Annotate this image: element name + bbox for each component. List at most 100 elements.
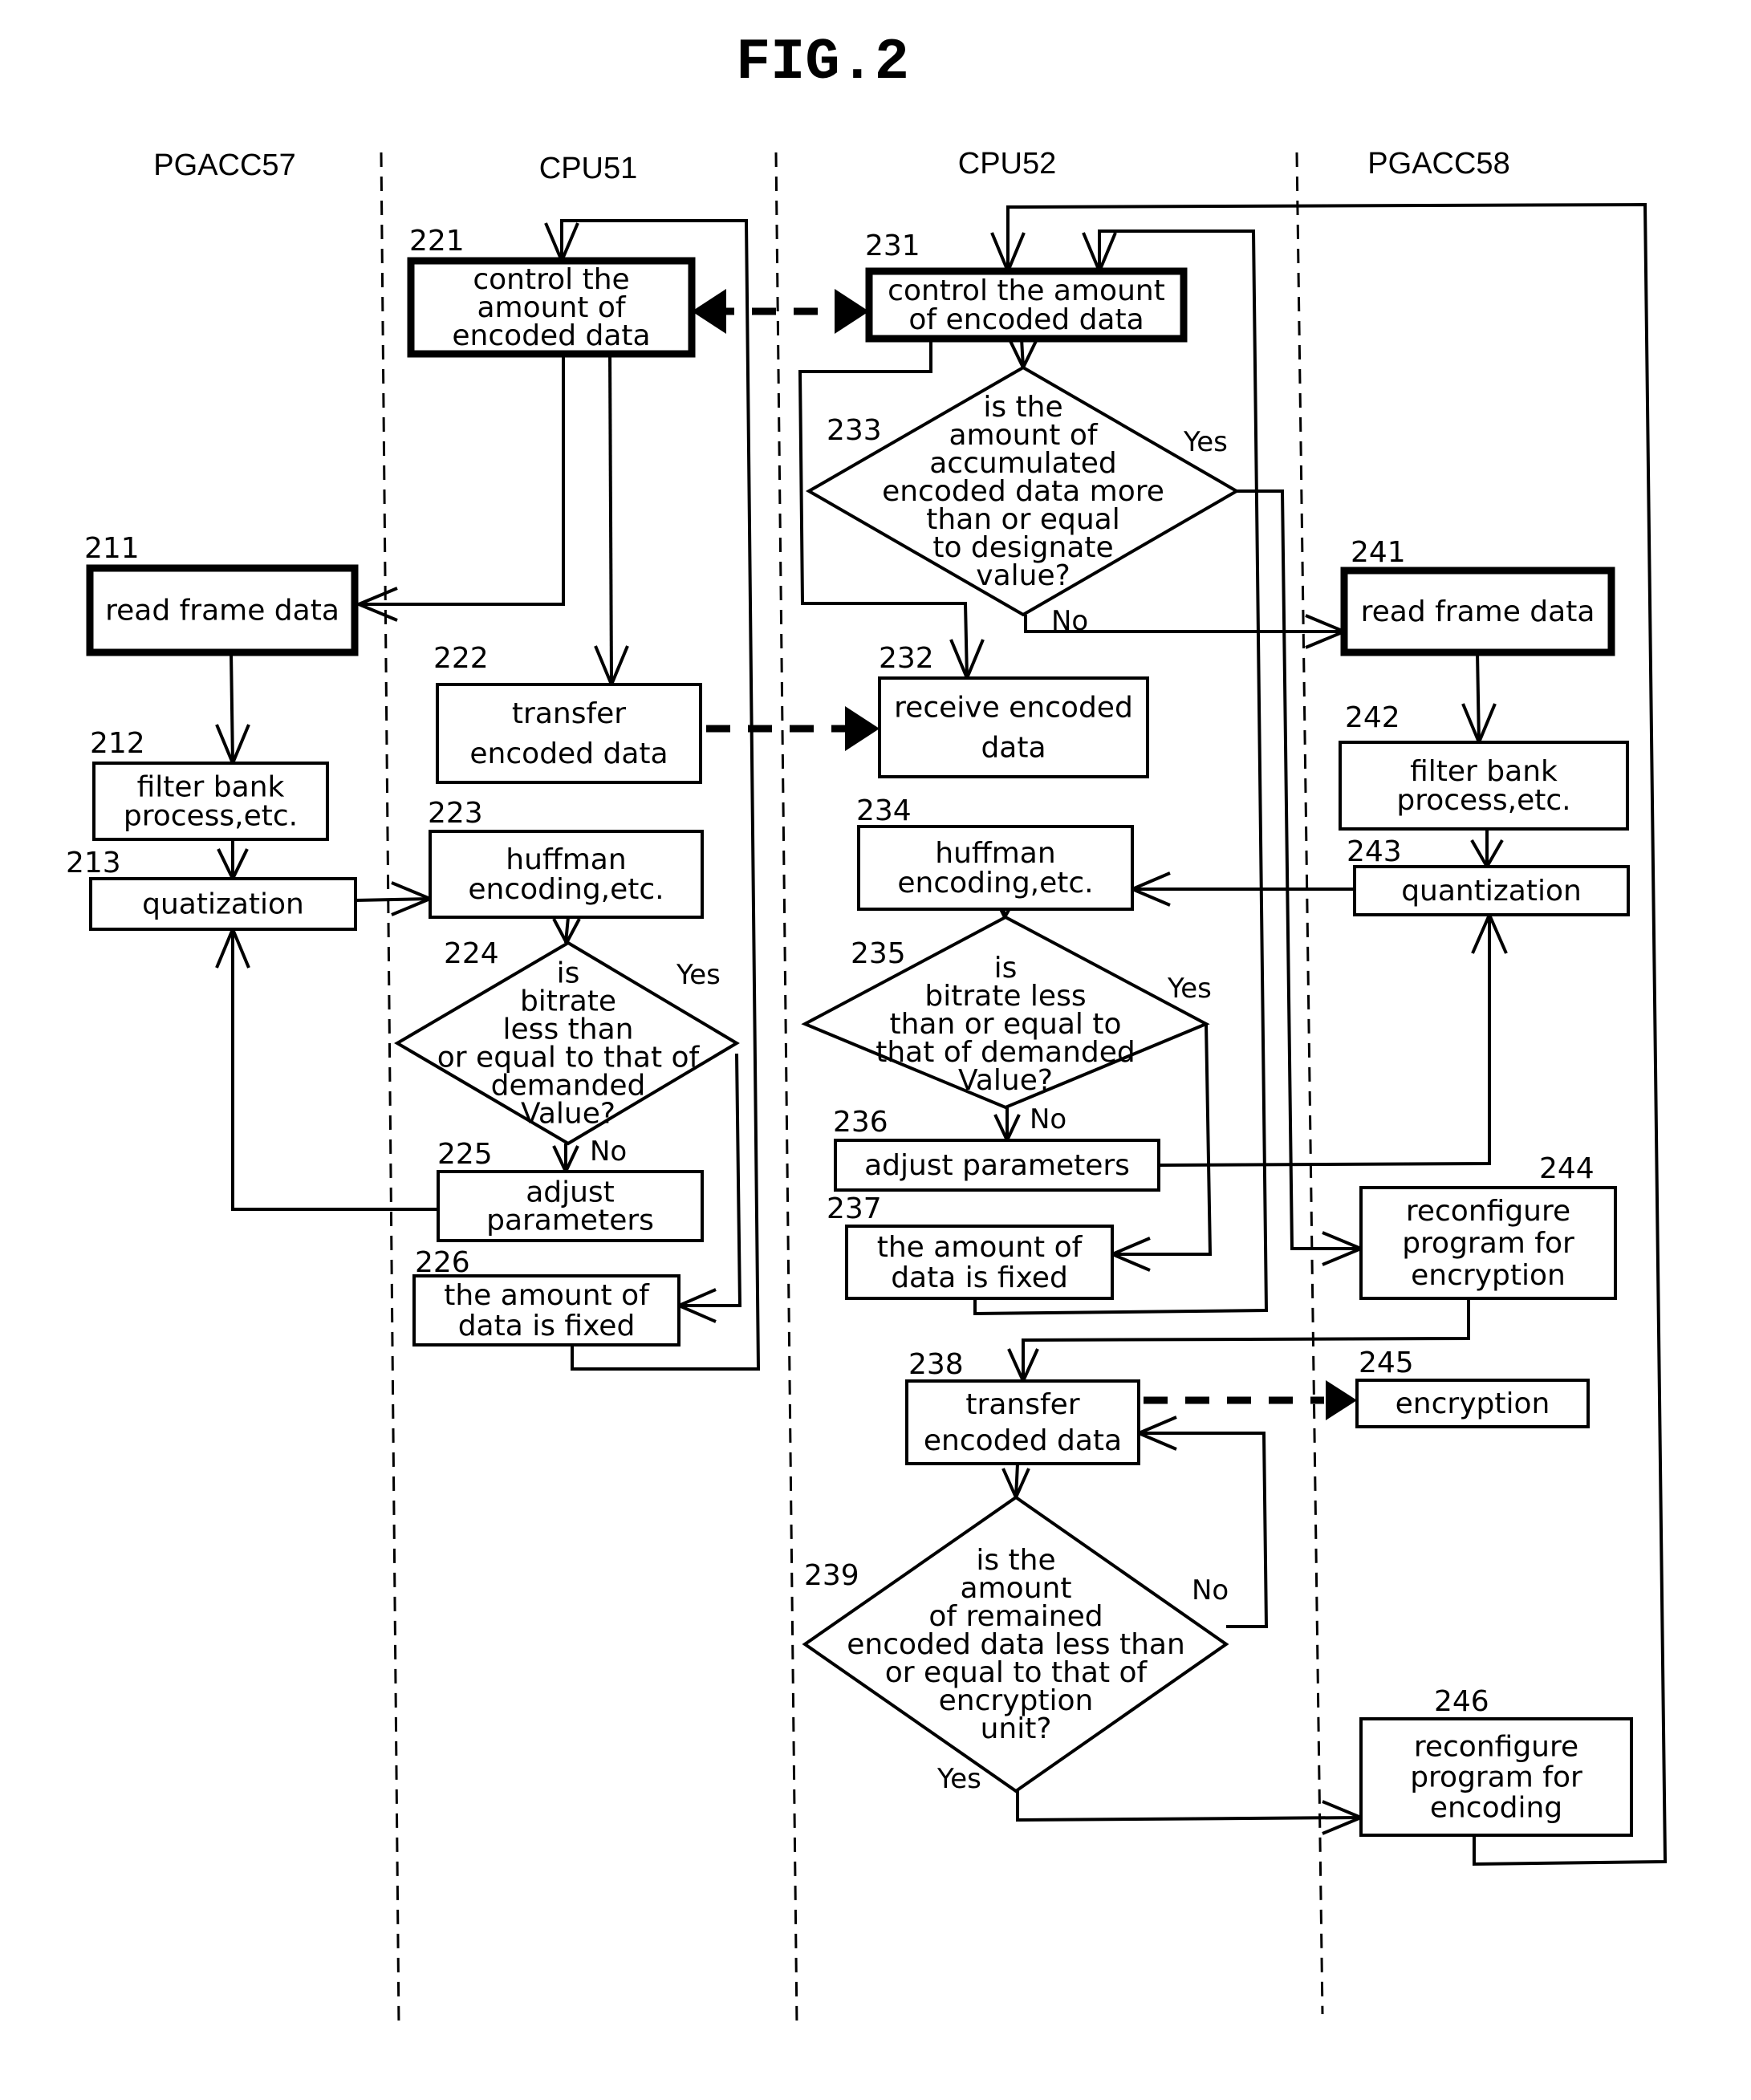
step-233-text-line: value? — [976, 559, 1070, 592]
step-224-text-line: Value? — [521, 1098, 615, 1131]
step-ref-number: 213 — [66, 847, 121, 879]
solid-arrowhead-into-231 — [835, 289, 869, 334]
step-221: control theamount ofencoded data221 — [407, 225, 696, 358]
flowchart-canvas: FIG.2 PGACC57 CPU51 CPU52 PGACC58 read f… — [0, 0, 1751, 2100]
step-241: read frame data 241 — [1340, 536, 1615, 656]
solid-arrowhead-into-232 — [845, 706, 880, 751]
connector-221-to-222 — [608, 353, 613, 685]
step-222-text-line: transfer — [512, 697, 626, 730]
figure-title: FIG.2 — [736, 30, 909, 95]
step-211: read frame data 211 — [84, 532, 359, 656]
flowchart-diagram: FIG.2 PGACC57 CPU51 CPU52 PGACC58 read f… — [66, 30, 1668, 2027]
lane-label-cpu51: CPU51 — [539, 152, 638, 185]
step-241-text-line: read frame data — [1361, 595, 1595, 628]
step-223-text-line: huffman — [506, 843, 626, 876]
lane-divider — [774, 152, 798, 2027]
step-239-text-line: unit? — [981, 1712, 1052, 1745]
step-238-text-line: encoded data — [924, 1424, 1122, 1457]
step-ref-number: 245 — [1359, 1347, 1414, 1379]
step-ref-number: 236 — [833, 1106, 888, 1139]
step-232-text-line: data — [981, 732, 1046, 765]
step-221-text-line: encoded data — [452, 319, 650, 352]
lane-label-pgacc58: PGACC58 — [1367, 147, 1509, 181]
step-ref-number: 221 — [409, 225, 465, 258]
step-ref-number: 237 — [827, 1192, 882, 1225]
step-ref-number: 246 — [1434, 1685, 1489, 1718]
lane-divider — [1295, 152, 1324, 2015]
step-238-text-line: transfer — [965, 1388, 1079, 1421]
lane-label-cpu52: CPU52 — [958, 147, 1057, 181]
step-ref-number: 239 — [804, 1559, 859, 1592]
step-ref-number: 232 — [879, 642, 934, 675]
step-237-text-line: the amount of — [877, 1231, 1083, 1264]
step-ref-number: 234 — [856, 794, 912, 827]
step-244-text-line: encryption — [1411, 1259, 1566, 1292]
step-222: transfer encoded data 222 — [433, 642, 702, 784]
lane-divider — [380, 152, 400, 2027]
step-242-text-line: filter bank — [1410, 755, 1558, 788]
lane-label-pgacc57: PGACC57 — [153, 148, 295, 182]
step-245: encryption 245 — [1355, 1347, 1590, 1428]
step-231-text-line: control the amount — [888, 274, 1165, 307]
branch-label-239-no: No — [1192, 1574, 1229, 1606]
step-ref-number: 233 — [827, 414, 882, 447]
step-242-text-line: process,etc. — [1396, 784, 1570, 817]
connector-211-to-212 — [230, 652, 234, 764]
step-213-text-line: quatization — [142, 888, 304, 921]
step-223: huffmanencoding,etc. 223 — [428, 797, 704, 919]
step-ref-number: 242 — [1345, 701, 1400, 734]
step-ref-number: 244 — [1539, 1152, 1595, 1185]
step-234-text-line: huffman — [935, 837, 1055, 870]
connector-239-yes-to-246 — [1016, 1791, 1362, 1822]
connector-225-to-213 — [231, 929, 438, 1211]
step-ref-number: 231 — [865, 229, 920, 262]
step-233: is theamount ofaccumulatedencoded data m… — [805, 365, 1240, 617]
step-211-text-line: read frame data — [105, 595, 339, 628]
step-ref-number: 225 — [437, 1138, 493, 1171]
step-225-text-line: parameters — [486, 1204, 654, 1237]
step-225: adjustparameters225 — [437, 1138, 704, 1242]
step-223-text-line: encoding,etc. — [468, 873, 664, 906]
step-244-text-line: program for — [1402, 1227, 1574, 1260]
step-235: isbitrate lessthan or equal tothat of de… — [801, 915, 1210, 1110]
step-244-text-line: reconfigure — [1406, 1195, 1570, 1228]
step-246-text-line: reconfigure — [1414, 1731, 1578, 1764]
step-ref-number: 222 — [433, 642, 489, 675]
step-237: the amount ofdata is fixed 237 — [827, 1192, 1114, 1300]
connector-213-to-223 — [355, 897, 431, 902]
step-ref-number: 235 — [851, 937, 906, 970]
step-246-text-line: program for — [1410, 1761, 1582, 1794]
connector-221-to-211 — [359, 354, 565, 606]
step-226: the amount ofdata is fixed 226 — [412, 1246, 680, 1347]
step-226-text-line: the amount of — [444, 1279, 650, 1312]
step-242: filter bankprocess,etc. 242 — [1339, 701, 1629, 831]
step-ref-number: 211 — [84, 532, 140, 565]
branch-label-235-no: No — [1030, 1103, 1066, 1135]
solid-arrowhead-into-245 — [1326, 1380, 1357, 1420]
step-244: reconfigureprogram forencryption 244 — [1359, 1152, 1617, 1300]
branch-label-224-yes: Yes — [676, 959, 721, 991]
solid-arrowhead-into-221 — [692, 289, 726, 334]
step-222-text-line: encoded data — [469, 737, 668, 770]
step-232-text-line: receive encoded — [894, 692, 1133, 725]
step-246-text-line: encoding — [1430, 1792, 1562, 1825]
step-239: is theamountof remainedencoded data less… — [802, 1495, 1229, 1793]
branch-label-235-yes: Yes — [1167, 973, 1212, 1005]
step-231-text-line: of encoded data — [908, 303, 1144, 336]
branch-label-233-no: No — [1051, 605, 1088, 637]
connector-241-to-242 — [1476, 652, 1481, 743]
step-234: huffmanencoding,etc. 234 — [856, 794, 1134, 911]
step-ref-number: 226 — [415, 1246, 470, 1279]
step-243-text-line: quantization — [1401, 875, 1582, 908]
step-237-text-line: data is fixed — [891, 1261, 1068, 1294]
step-212-text-line: filter bank — [137, 771, 285, 804]
step-246: reconfigureprogram forencoding 246 — [1359, 1685, 1633, 1837]
step-234-text-line: encoding,etc. — [897, 867, 1093, 900]
step-ref-number: 212 — [90, 727, 145, 760]
branch-label-224-no: No — [590, 1135, 627, 1168]
step-ref-number: 224 — [444, 937, 499, 970]
step-235-text-line: Value? — [958, 1064, 1053, 1097]
step-ref-number: 223 — [428, 797, 483, 830]
branch-label-233-yes: Yes — [1183, 426, 1228, 458]
step-212-text-line: process,etc. — [124, 800, 298, 833]
